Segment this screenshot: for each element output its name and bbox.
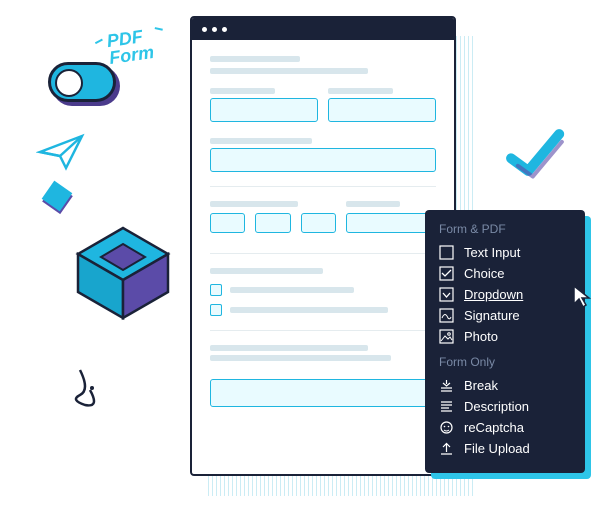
- pdf-form-badge: PDF Form: [106, 27, 155, 67]
- menu-item-choice[interactable]: Choice: [439, 263, 571, 284]
- text-field[interactable]: [210, 148, 436, 172]
- window-dot: [202, 27, 207, 32]
- menu-item-label: reCaptcha: [464, 420, 524, 435]
- menu-section-label: Form Only: [439, 355, 571, 369]
- menu-section-label: Form & PDF: [439, 222, 571, 236]
- cursor-pointer-icon: [571, 284, 593, 310]
- window-dot: [212, 27, 217, 32]
- menu-item-description[interactable]: Description: [439, 396, 571, 417]
- menu-item-recaptcha[interactable]: reCaptcha: [439, 417, 571, 438]
- dropdown-icon: [439, 287, 454, 302]
- checkmark-decoration: [503, 127, 573, 185]
- text-field[interactable]: [328, 98, 436, 122]
- text-field[interactable]: [210, 379, 436, 407]
- menu-item-break[interactable]: Break: [439, 375, 571, 396]
- menu-item-dropdown[interactable]: Dropdown: [439, 284, 571, 305]
- checkbox-option[interactable]: [210, 304, 436, 316]
- small-field[interactable]: [210, 213, 245, 233]
- small-field[interactable]: [301, 213, 336, 233]
- menu-item-signature[interactable]: Signature: [439, 305, 571, 326]
- checkbox-option[interactable]: [210, 284, 436, 296]
- checkbox-icon: [210, 304, 222, 316]
- toggle-pill-decoration: [48, 62, 116, 102]
- menu-item-photo[interactable]: Photo: [439, 326, 571, 347]
- small-field[interactable]: [255, 213, 290, 233]
- upload-icon: [439, 441, 454, 456]
- text-field[interactable]: [210, 98, 318, 122]
- toggle-knob: [55, 69, 83, 97]
- small-square-decoration: [42, 181, 73, 212]
- divider: [210, 253, 436, 254]
- signature-icon: [439, 308, 454, 323]
- divider: [210, 330, 436, 331]
- menu-item-label: Signature: [464, 308, 520, 323]
- menu-item-label: Choice: [464, 266, 504, 281]
- break-icon: [439, 378, 454, 393]
- choice-icon: [439, 266, 454, 281]
- menu-item-label: Text Input: [464, 245, 520, 260]
- menu-item-label: Dropdown: [464, 287, 523, 302]
- menu-item-label: Photo: [464, 329, 498, 344]
- form-body: [192, 40, 454, 423]
- small-field[interactable]: [346, 213, 436, 233]
- isometric-cube-decoration: [58, 208, 188, 338]
- divider: [210, 186, 436, 187]
- menu-item-file-upload[interactable]: File Upload: [439, 438, 571, 459]
- form-builder-window: [190, 16, 456, 476]
- window-titlebar: [192, 18, 454, 40]
- paper-airplane-icon: [36, 130, 88, 174]
- photo-icon: [439, 329, 454, 344]
- menu-item-text-input[interactable]: Text Input: [439, 242, 571, 263]
- menu-item-label: Break: [464, 378, 498, 393]
- window-dot: [222, 27, 227, 32]
- menu-item-label: Description: [464, 399, 529, 414]
- squiggle-decoration: [70, 360, 140, 420]
- text-input-icon: [439, 245, 454, 260]
- recaptcha-icon: [439, 420, 454, 435]
- field-type-menu: Form & PDF Text Input Choice Dropdown Si…: [425, 210, 585, 473]
- checkbox-icon: [210, 284, 222, 296]
- menu-item-label: File Upload: [464, 441, 530, 456]
- description-icon: [439, 399, 454, 414]
